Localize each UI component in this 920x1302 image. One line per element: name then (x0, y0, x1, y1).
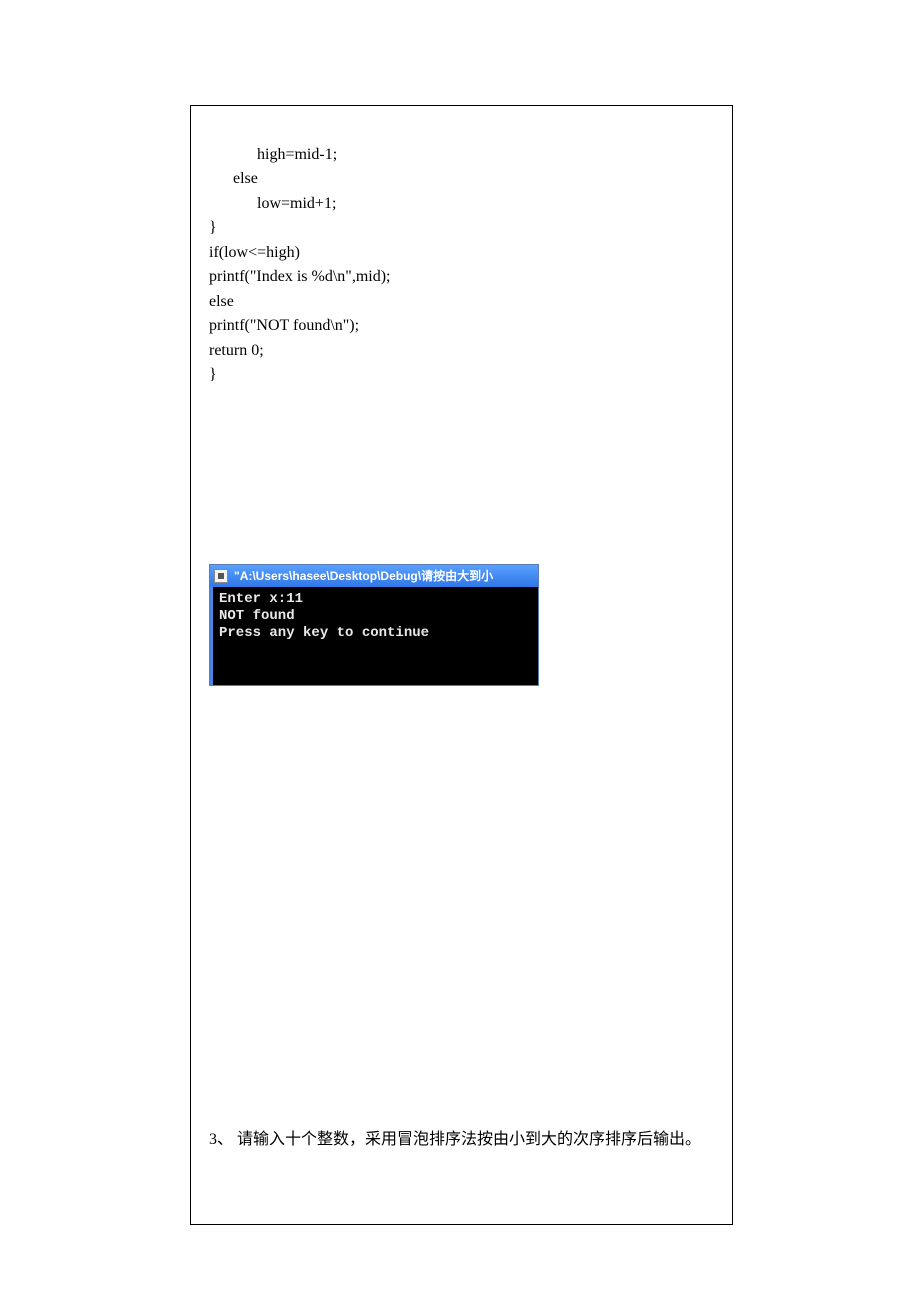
console-window: "A:\Users\hasee\Desktop\Debug\请按由大到小 Ent… (209, 564, 539, 686)
page: high=mid-1; else low=mid+1; } if(low<=hi… (0, 0, 920, 1302)
code-block: high=mid-1; else low=mid+1; } if(low<=hi… (209, 118, 714, 388)
console-output: Enter x:11 NOT found Press any key to co… (210, 587, 538, 685)
code-line: low=mid+1; (209, 195, 336, 212)
code-line: else (209, 293, 234, 310)
code-line: printf("NOT found\n"); (209, 317, 359, 334)
console-title: "A:\Users\hasee\Desktop\Debug\请按由大到小 (234, 567, 534, 584)
console-line: NOT found (219, 608, 295, 624)
console-titlebar: "A:\Users\hasee\Desktop\Debug\请按由大到小 (210, 565, 538, 587)
console-line: Enter x:11 (219, 591, 303, 607)
console-line: Press any key to continue (219, 625, 429, 641)
code-line: if(low<=high) (209, 244, 300, 261)
code-line: } (209, 366, 217, 383)
document-frame: high=mid-1; else low=mid+1; } if(low<=hi… (190, 105, 733, 1225)
code-line: printf("Index is %d\n",mid); (209, 268, 390, 285)
code-line: } (209, 219, 217, 236)
question-3: 3、 请输入十个整数，采用冒泡排序法按由小到大的次序排序后输出。 (209, 1125, 701, 1149)
app-icon (214, 569, 228, 583)
code-line: return 0; (209, 342, 264, 359)
code-line: high=mid-1; (209, 146, 337, 163)
code-line: else (209, 170, 258, 187)
